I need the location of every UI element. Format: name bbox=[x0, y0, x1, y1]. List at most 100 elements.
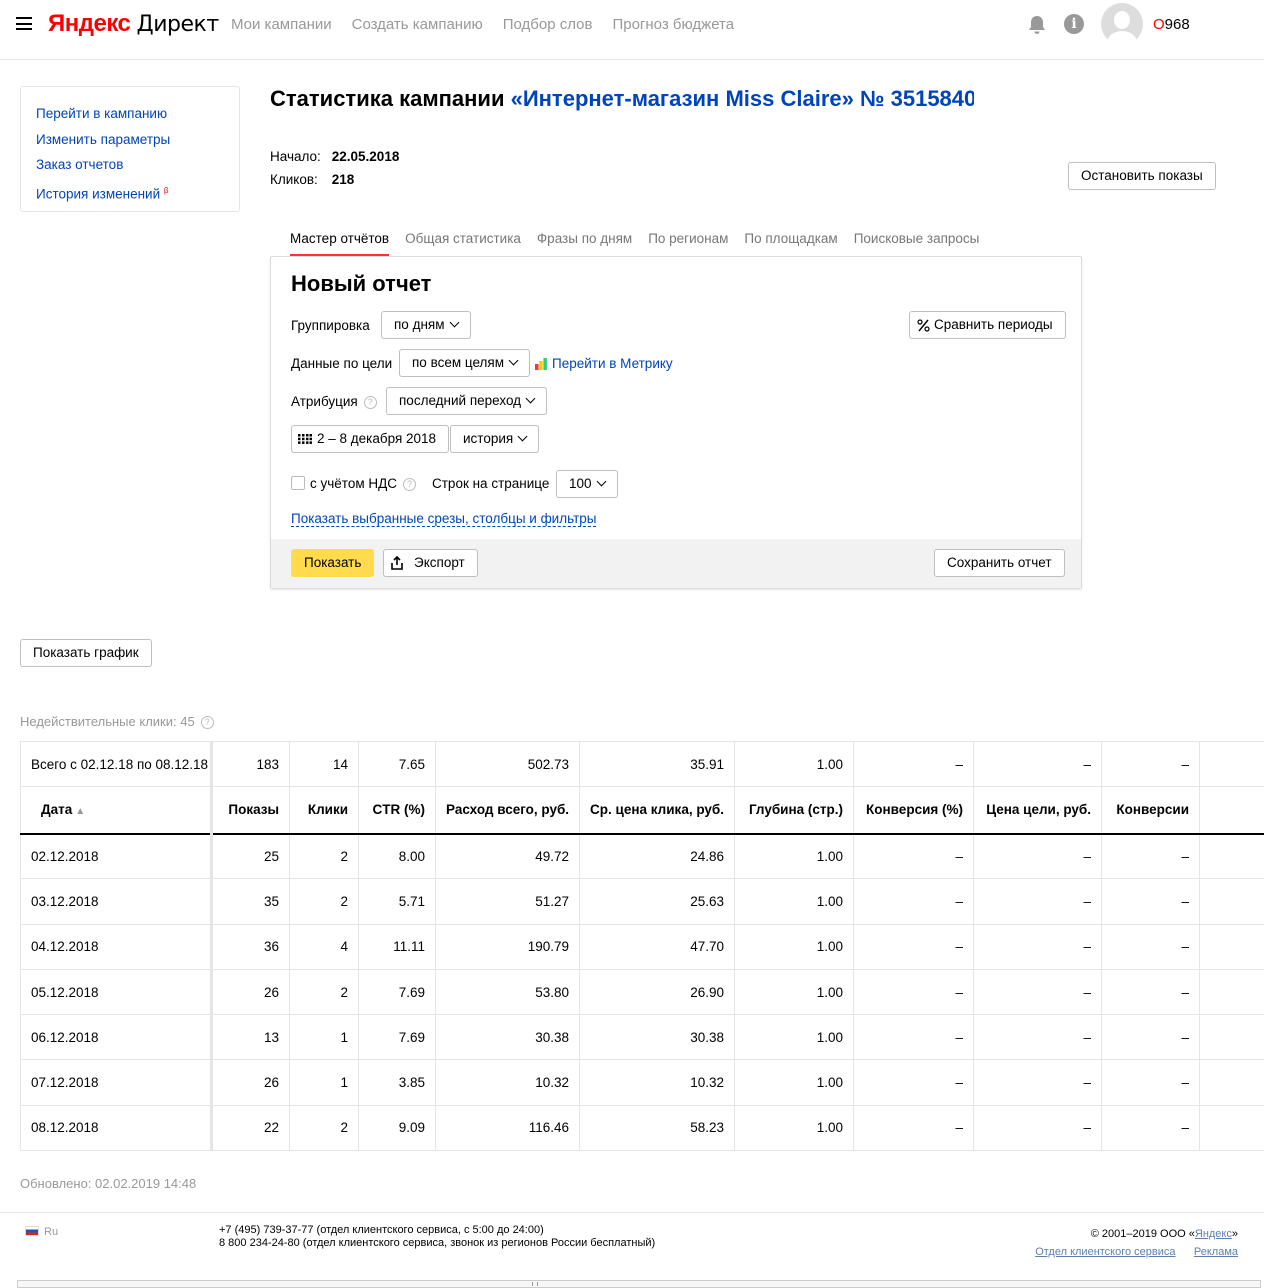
table-cell: 1.00 bbox=[734, 1014, 854, 1061]
goal-select[interactable]: по всем целям bbox=[399, 349, 530, 377]
sidebar: Перейти в кампанию Изменить параметры За… bbox=[20, 86, 240, 212]
show-slices-link[interactable]: Показать выбранные срезы, столбцы и филь… bbox=[291, 511, 597, 527]
username-rest: 968 bbox=[1164, 16, 1190, 33]
info-icon[interactable]: i bbox=[1064, 14, 1084, 34]
table-cell: 2 bbox=[289, 969, 359, 1016]
sidebar-item-go-to-campaign[interactable]: Перейти в кампанию bbox=[36, 101, 224, 127]
table-cell: 3.85 bbox=[358, 1059, 436, 1106]
table-cell: 02.12.2018 bbox=[20, 833, 213, 880]
yandex-link[interactable]: Яндекс bbox=[1195, 1228, 1232, 1240]
tab-general-stats[interactable]: Общая статистика bbox=[405, 231, 521, 256]
chevron-down-icon bbox=[596, 476, 606, 487]
attribution-select[interactable]: последний переход bbox=[386, 387, 548, 415]
column-header[interactable]: Конверсия (%) bbox=[853, 786, 974, 835]
nav-budget-forecast[interactable]: Прогноз бюджета bbox=[612, 16, 734, 33]
table-cell bbox=[1199, 1059, 1264, 1106]
copyright-prefix: © 2001–2019 ООО « bbox=[1090, 1228, 1195, 1240]
total-cell: 502.73 bbox=[435, 741, 580, 787]
tab-report-wizard[interactable]: Мастер отчётов bbox=[290, 231, 390, 256]
table-cell: 58.23 bbox=[579, 1105, 735, 1151]
column-header[interactable]: Показы bbox=[211, 786, 290, 835]
show-button[interactable]: Показать bbox=[291, 549, 375, 577]
table-cell: – bbox=[973, 1014, 1102, 1061]
export-button[interactable]: Экспорт bbox=[383, 549, 478, 577]
date-range-picker[interactable]: 2 – 8 декабря 2018 bbox=[291, 425, 450, 453]
history-select[interactable]: история bbox=[450, 425, 540, 453]
table-row: 07.12.2018 26 1 3.85 10.32 10.32 1.00– – – bbox=[20, 1059, 1264, 1106]
table-cell: 26 bbox=[211, 1059, 290, 1106]
tab-search-queries[interactable]: Поисковые запросы bbox=[854, 231, 980, 256]
language-switcher[interactable]: Ru bbox=[25, 1226, 58, 1238]
logo[interactable]: Яндекс Директ bbox=[48, 10, 219, 38]
table-cell: 2 bbox=[289, 1105, 359, 1151]
grouping-label: Группировка bbox=[291, 318, 370, 333]
tab-by-site[interactable]: По площадкам bbox=[744, 231, 837, 256]
bell-icon[interactable] bbox=[1026, 14, 1048, 36]
column-header[interactable]: Глубина (стр.) bbox=[734, 786, 854, 835]
nav-my-campaigns[interactable]: Мои кампании bbox=[231, 16, 332, 33]
column-header[interactable]: CTR (%) bbox=[358, 786, 436, 835]
column-header[interactable]: Конверсии bbox=[1101, 786, 1200, 835]
campaign-link[interactable]: «Интернет-магазин Miss Claire» № 3515840 bbox=[511, 86, 974, 111]
sidebar-item-edit-params[interactable]: Изменить параметры bbox=[36, 127, 224, 153]
nav-word-selection[interactable]: Подбор слов bbox=[503, 16, 593, 33]
table-cell: – bbox=[973, 1059, 1102, 1106]
support-link[interactable]: Отдел клиентского сервиса bbox=[1035, 1246, 1175, 1258]
page-title: Статистика кампании «Интернет-магазин Mi… bbox=[270, 86, 974, 112]
tab-by-region[interactable]: По регионам bbox=[648, 231, 728, 256]
horizontal-scrollbar[interactable] bbox=[17, 1280, 1261, 1288]
stop-impressions-button[interactable]: Остановить показы bbox=[1068, 162, 1216, 190]
clicks-value: 218 bbox=[331, 172, 355, 187]
help-icon[interactable]: ? bbox=[363, 396, 377, 409]
history-value: история bbox=[463, 431, 514, 446]
tab-phrases-by-day[interactable]: Фразы по дням bbox=[537, 231, 632, 256]
table-cell: – bbox=[1101, 1014, 1200, 1061]
sidebar-item-change-history[interactable]: История изменений β bbox=[36, 178, 224, 207]
ads-link[interactable]: Реклама bbox=[1194, 1246, 1238, 1258]
grouping-select[interactable]: по дням bbox=[381, 311, 471, 339]
help-icon[interactable]: ? bbox=[200, 716, 214, 729]
phone-moscow: +7 (495) 739-37-77 (отдел клиентского се… bbox=[219, 1224, 544, 1236]
avatar[interactable] bbox=[1101, 3, 1143, 45]
top-header: Яндекс Директ Мои кампании Создать кампа… bbox=[0, 0, 1264, 50]
save-report-button[interactable]: Сохранить отчет bbox=[934, 549, 1065, 577]
compare-periods-button[interactable]: Сравнить периоды bbox=[909, 311, 1066, 339]
chevron-down-icon bbox=[525, 393, 536, 404]
rows-per-page-select[interactable]: 100 bbox=[556, 470, 618, 498]
vat-checkbox[interactable] bbox=[291, 476, 305, 490]
table-cell bbox=[1199, 1014, 1264, 1061]
column-header[interactable]: Цена цели, руб. bbox=[973, 786, 1102, 835]
beta-badge: β bbox=[163, 185, 169, 195]
help-icon[interactable]: ? bbox=[403, 478, 417, 491]
username[interactable]: O968 bbox=[1153, 16, 1190, 33]
column-header[interactable]: Рентаб bbox=[1199, 786, 1264, 835]
russian-flag-icon bbox=[25, 1226, 39, 1236]
stats-table-wrap[interactable]: Всего с 02.12.18 по 08.12.18 183 14 7.65 502… bbox=[20, 741, 1264, 1151]
sidebar-item-label: История изменений bbox=[36, 186, 161, 201]
table-cell: 11.11 bbox=[358, 924, 436, 970]
show-graph-button[interactable]: Показать график bbox=[20, 639, 152, 667]
table-cell: – bbox=[973, 1105, 1102, 1151]
table-cell: – bbox=[1101, 969, 1200, 1016]
total-cell: – bbox=[1101, 741, 1200, 787]
footer-phones: +7 (495) 739-37-77 (отдел клиентского се… bbox=[219, 1224, 655, 1250]
sort-asc-icon: ▲ bbox=[75, 806, 86, 818]
scrollbar-grip[interactable] bbox=[532, 1282, 538, 1286]
sidebar-item-order-reports[interactable]: Заказ отчетов bbox=[36, 152, 224, 178]
table-cell: – bbox=[853, 1105, 974, 1151]
table-cell: 04.12.2018 bbox=[20, 924, 213, 970]
table-cell: 1.00 bbox=[734, 1059, 854, 1106]
column-header-label: Дата bbox=[41, 802, 73, 818]
column-header[interactable]: Расход всего, руб. bbox=[435, 786, 580, 835]
copyright-suffix: » bbox=[1231, 1228, 1238, 1240]
top-nav: Мои кампании Создать кампанию Подбор сло… bbox=[231, 16, 734, 33]
column-header[interactable]: Дата ▲ bbox=[20, 786, 213, 835]
menu-icon[interactable] bbox=[16, 17, 32, 30]
column-header[interactable]: Клики bbox=[289, 786, 359, 835]
table-cell: 30.38 bbox=[435, 1014, 580, 1061]
clicks-label: Кликов: bbox=[270, 172, 318, 187]
table-cell: 1.00 bbox=[734, 833, 854, 880]
column-header[interactable]: Ср. цена клика, руб. bbox=[579, 786, 735, 835]
nav-create-campaign[interactable]: Создать кампанию bbox=[352, 16, 483, 33]
metrica-link[interactable]: Перейти в Метрику bbox=[535, 356, 673, 371]
